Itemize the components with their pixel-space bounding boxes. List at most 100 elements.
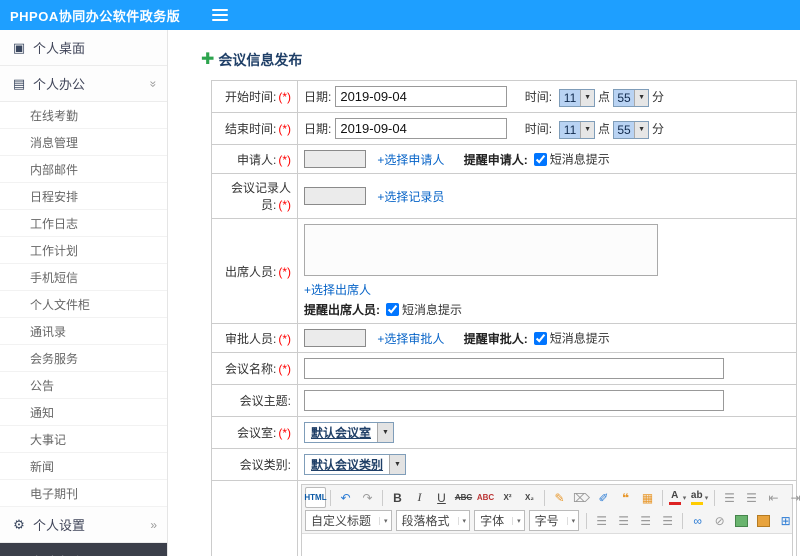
indent-icon[interactable]: ⇥ (785, 487, 800, 508)
sidebar-item-label: 督查督办 (33, 552, 85, 556)
select-recorder-link[interactable]: +选择记录员 (377, 190, 444, 204)
editor-toolbar: HTML ↶ ↷ B I U ABC ABC X² X₂ ✎ ⌦ ✐ ❝ ▦ A… (302, 485, 800, 534)
eraser-icon[interactable]: ⌦ (571, 487, 592, 508)
start-hour-select[interactable]: 11 ▼ (559, 88, 596, 107)
end-hour-select[interactable]: 11 ▼ (559, 120, 596, 139)
align-justify-icon[interactable]: ☰ (657, 510, 678, 531)
date-label: 日期: (304, 122, 332, 136)
highlight-color-button[interactable]: ab ▾ (689, 487, 710, 508)
paragraph-format-select[interactable]: 段落格式 ▾ (395, 510, 471, 531)
panel-icon[interactable]: ▦ (637, 487, 658, 508)
heading-style-select[interactable]: 自定义标题 ▾ (305, 510, 392, 531)
sidebar-item-work-log[interactable]: 工作日志 (0, 210, 167, 237)
screen: PHPOA协同办公软件政务版 ▣ 个人桌面 ▤ 个人办公 » 在线考勤 消息管理… (0, 0, 800, 556)
attendees-sms-checkbox[interactable] (386, 303, 399, 316)
attendees-textarea[interactable] (304, 224, 658, 276)
end-time-row: 结束时间:(*) 日期: 时间: 11▼点55▼分 (211, 112, 797, 145)
insert-table-icon[interactable]: ⊞ (775, 510, 796, 531)
sms-label: 短消息提示 (549, 152, 610, 167)
remove-format-icon[interactable]: ABC (475, 487, 496, 508)
sidebar-item-meeting-services[interactable]: 会务服务 (0, 345, 167, 372)
chevron-down-icon: » (146, 80, 161, 87)
sidebar-item-contacts[interactable]: 通讯录 (0, 318, 167, 345)
align-left-icon[interactable]: ☰ (591, 510, 612, 531)
sidebar-item-announcements[interactable]: 公告 (0, 372, 167, 399)
ordered-list-icon[interactable]: ☰ (719, 487, 740, 508)
sidebar-item-internal-mail[interactable]: 内部邮件 (0, 156, 167, 183)
sidebar-item-messages[interactable]: 消息管理 (0, 129, 167, 156)
italic-icon[interactable]: I (409, 487, 430, 508)
html-source-button[interactable]: HTML (304, 487, 327, 508)
dropdown-arrow-icon: ▾ (704, 494, 709, 502)
sidebar-item-attendance[interactable]: 在线考勤 (0, 102, 167, 129)
applicant-sms-checkbox[interactable] (533, 152, 547, 166)
font-color-button[interactable]: A ▾ (667, 487, 688, 508)
start-date-input[interactable] (335, 86, 508, 107)
dropdown-arrow-icon: ▼ (580, 121, 595, 138)
meeting-name-input[interactable] (304, 358, 724, 379)
meeting-form: 开始时间:(*) 日期: 时间:11▼点55▼分 结束时间:(*) 日期: 时间… (211, 80, 800, 556)
strikethrough-icon[interactable]: ABC (453, 487, 474, 508)
chevron-right-icon: » (150, 517, 157, 532)
sidebar-item-schedule[interactable]: 日程安排 (0, 183, 167, 210)
sidebar-item-desktop[interactable]: ▣ 个人桌面 (0, 30, 167, 66)
sidebar-item-supervision[interactable]: ◎ 督查督办 » (0, 543, 167, 556)
approver-sms-checkbox[interactable] (533, 331, 547, 345)
undo-icon[interactable]: ↶ (335, 487, 356, 508)
attendees-row: 出席人员: (*) +选择出席人 提醒出席人员: 短消息提示 (211, 218, 797, 324)
pen-icon[interactable]: ✎ (549, 487, 570, 508)
hour-unit: 点 (598, 122, 611, 136)
required-marker: (*) (278, 122, 291, 136)
editor-toolbar-row-1: HTML ↶ ↷ B I U ABC ABC X² X₂ ✎ ⌦ ✐ ❝ ▦ A… (304, 486, 800, 509)
align-center-icon[interactable]: ☰ (613, 510, 634, 531)
font-family-select[interactable]: 字体 ▾ (474, 510, 525, 531)
unlink-icon[interactable]: ⊘ (709, 510, 730, 531)
select-applicant-link[interactable]: +选择申请人 (377, 153, 444, 167)
outdent-icon[interactable]: ⇤ (763, 487, 784, 508)
superscript-icon[interactable]: X² (497, 487, 518, 508)
applicant-input[interactable] (304, 150, 366, 168)
align-right-icon[interactable]: ☰ (635, 510, 656, 531)
unordered-list-icon[interactable]: ☰ (741, 487, 762, 508)
sidebar-item-notices[interactable]: 通知 (0, 399, 167, 426)
font-size-select[interactable]: 字号 ▾ (528, 510, 580, 531)
meeting-room-row: 会议室: (*) 默认会议室 ▼ (211, 416, 797, 449)
meeting-topic-input[interactable] (304, 390, 724, 411)
redo-icon[interactable]: ↷ (357, 487, 378, 508)
end-minute-select[interactable]: 55 ▼ (613, 120, 650, 139)
briefcase-icon: ▤ (12, 75, 26, 91)
sidebar-item-office[interactable]: ▤ 个人办公 » (0, 66, 167, 102)
sidebar-item-e-journal[interactable]: 电子期刊 (0, 480, 167, 507)
editor-content-area[interactable] (302, 534, 792, 556)
insert-media-icon[interactable] (753, 510, 774, 531)
sidebar-item-file-cabinet[interactable]: 个人文件柜 (0, 291, 167, 318)
dropdown-arrow-icon: ▼ (377, 423, 394, 442)
sidebar-item-news[interactable]: 新闻 (0, 453, 167, 480)
insert-link-icon[interactable]: ∞ (687, 510, 708, 531)
meeting-category-select[interactable]: 默认会议类别 ▼ (304, 454, 407, 475)
sidebar-item-settings[interactable]: ⚙ 个人设置 » (0, 507, 167, 543)
sidebar-item-label: 个人设置 (33, 518, 86, 533)
subscript-icon[interactable]: X₂ (519, 487, 540, 508)
format-brush-icon[interactable]: ✐ (593, 487, 614, 508)
sidebar-item-sms[interactable]: 手机短信 (0, 264, 167, 291)
minute-unit: 分 (652, 122, 665, 136)
hamburger-menu-icon[interactable] (212, 9, 229, 21)
sidebar-item-major-events[interactable]: 大事记 (0, 426, 167, 453)
meeting-category-label: 会议类别: (239, 458, 291, 472)
bold-icon[interactable]: B (387, 487, 408, 508)
meeting-room-select[interactable]: 默认会议室 ▼ (304, 422, 395, 443)
approver-input[interactable] (304, 329, 366, 347)
end-date-input[interactable] (335, 118, 508, 139)
recorder-input[interactable] (304, 187, 366, 205)
select-attendees-link[interactable]: +选择出席人 (304, 283, 371, 297)
rich-text-editor: HTML ↶ ↷ B I U ABC ABC X² X₂ ✎ ⌦ ✐ ❝ ▦ A… (301, 484, 800, 556)
insert-image-icon[interactable] (731, 510, 752, 531)
start-minute-select[interactable]: 55 ▼ (613, 88, 650, 107)
main-content: ✚ 会议信息发布 开始时间:(*) 日期: 时间:11▼点55▼分 结束时间:(… (169, 30, 800, 556)
minute-unit: 分 (652, 90, 665, 104)
sidebar-item-work-plan[interactable]: 工作计划 (0, 237, 167, 264)
underline-icon[interactable]: U (431, 487, 452, 508)
select-approver-link[interactable]: +选择审批人 (377, 332, 444, 346)
blockquote-icon[interactable]: ❝ (615, 487, 636, 508)
